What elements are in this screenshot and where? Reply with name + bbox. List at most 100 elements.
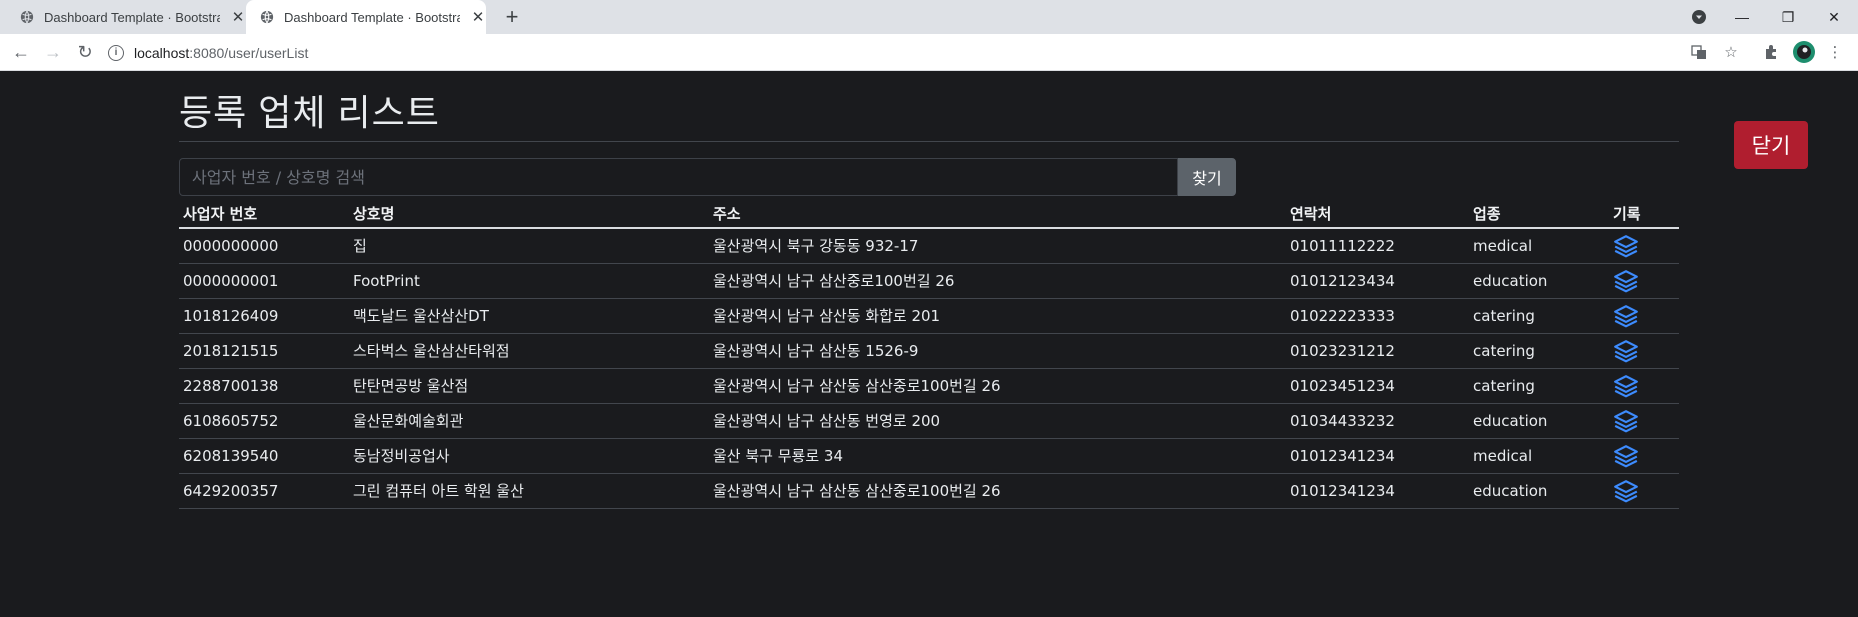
cell-name: 스타벅스 울산삼산타워점	[349, 333, 709, 369]
cell-category: medical	[1469, 438, 1609, 474]
cell-bizno: 6108605752	[179, 403, 349, 439]
cell-category: catering	[1469, 298, 1609, 334]
browser-tab-active[interactable]: Dashboard Template · Bootstrap ✕	[246, 0, 486, 34]
address-bar: ← → ↻ i localhost:8080/user/userList ☆ ⋮	[0, 34, 1858, 71]
cell-name: FootPrint	[349, 263, 709, 299]
url-host: localhost	[134, 44, 190, 61]
cell-bizno: 1018126409	[179, 298, 349, 334]
cell-bizno: 6429200357	[179, 473, 349, 509]
col-header-category: 업종	[1469, 199, 1609, 229]
browser-tab-strip: Dashboard Template · Bootstrap ✕ Dashboa…	[0, 0, 1858, 34]
cell-name: 집	[349, 228, 709, 264]
cell-name: 울산문화예술회관	[349, 403, 709, 439]
bookmark-star-icon[interactable]: ☆	[1722, 43, 1740, 61]
page-content: 등록 업체 리스트 닫기 찾기 사업자 번호 상호명 주소 연락처 업종 기록 …	[0, 71, 1858, 617]
layers-icon[interactable]	[1613, 303, 1639, 329]
cell-record	[1609, 228, 1679, 264]
profile-avatar[interactable]	[1793, 41, 1815, 63]
cell-name: 그린 컴퓨터 아트 학원 울산	[349, 473, 709, 509]
cell-category: catering	[1469, 368, 1609, 404]
cell-record	[1609, 298, 1679, 334]
reload-icon[interactable]: ↻	[75, 42, 95, 62]
table-header-row: 사업자 번호 상호명 주소 연락처 업종 기록	[179, 199, 1679, 229]
cell-phone: 01012341234	[1286, 473, 1469, 509]
cell-record	[1609, 263, 1679, 299]
cell-phone: 01012341234	[1286, 438, 1469, 474]
extensions-icon[interactable]	[1762, 43, 1780, 61]
table-row: 1018126409 맥도날드 울산삼산DT 울산광역시 남구 삼산동 화합로 20…	[179, 298, 1679, 334]
cell-phone: 01012123434	[1286, 263, 1469, 299]
cell-record	[1609, 368, 1679, 404]
cell-bizno: 2018121515	[179, 333, 349, 369]
cell-address: 울산 북구 무룡로 34	[709, 438, 1286, 474]
back-icon[interactable]: ←	[11, 42, 31, 62]
table-row: 2288700138 탄탄면공방 울산점 울산광역시 남구 삼산동 삼산중로100번…	[179, 368, 1679, 404]
browser-tab[interactable]: Dashboard Template · Bootstrap ✕	[0, 0, 246, 34]
layers-icon[interactable]	[1613, 373, 1639, 399]
close-tab-icon[interactable]: ✕	[230, 8, 246, 26]
tab-title: Dashboard Template · Bootstrap	[44, 9, 220, 25]
cell-address: 울산광역시 북구 강동동 932-17	[709, 228, 1286, 264]
layers-icon[interactable]	[1613, 478, 1639, 504]
table-row: 6108605752 울산문화예술회관 울산광역시 남구 삼산동 번영로 200 01…	[179, 403, 1679, 439]
col-header-record: 기록	[1609, 199, 1679, 229]
cell-name: 탄탄면공방 울산점	[349, 368, 709, 404]
cell-category: catering	[1469, 333, 1609, 369]
cell-record	[1609, 438, 1679, 474]
table-row: 6208139540 동남정비공업사 울산 북구 무룡로 34 01012341234…	[179, 438, 1679, 474]
restore-icon[interactable]: ❐	[1765, 0, 1811, 34]
cell-category: education	[1469, 263, 1609, 299]
cell-phone: 01023231212	[1286, 333, 1469, 369]
cell-name: 동남정비공업사	[349, 438, 709, 474]
cell-phone: 01022223333	[1286, 298, 1469, 334]
forward-icon[interactable]: →	[43, 42, 63, 62]
new-tab-icon[interactable]: +	[500, 5, 524, 29]
cell-category: education	[1469, 473, 1609, 509]
close-tab-icon[interactable]: ✕	[470, 8, 486, 26]
cell-bizno: 2288700138	[179, 368, 349, 404]
cell-bizno: 0000000001	[179, 263, 349, 299]
layers-icon[interactable]	[1613, 443, 1639, 469]
cell-address: 울산광역시 남구 삼산동 삼산중로100번길 26	[709, 473, 1286, 509]
cell-address: 울산광역시 남구 삼산동 화합로 201	[709, 298, 1286, 334]
cell-phone: 01023451234	[1286, 368, 1469, 404]
cell-address: 울산광역시 남구 삼산동 1526-9	[709, 333, 1286, 369]
cell-record	[1609, 473, 1679, 509]
layers-icon[interactable]	[1613, 233, 1639, 259]
cell-address: 울산광역시 남구 삼산동 삼산중로100번길 26	[709, 368, 1286, 404]
table-row: 2018121515 스타벅스 울산삼산타워점 울산광역시 남구 삼산동 1526-…	[179, 333, 1679, 369]
translate-icon[interactable]	[1690, 43, 1708, 61]
globe-icon	[20, 10, 34, 24]
table-row: 0000000001 FootPrint 울산광역시 남구 삼산중로100번길 26…	[179, 263, 1679, 299]
url-path: :8080/user/userList	[189, 44, 309, 61]
cell-category: medical	[1469, 228, 1609, 264]
close-button[interactable]: 닫기	[1734, 121, 1808, 169]
cell-phone: 01011112222	[1286, 228, 1469, 264]
url-field[interactable]: i localhost:8080/user/userList	[108, 38, 308, 67]
layers-icon[interactable]	[1613, 338, 1639, 364]
close-window-icon[interactable]: ✕	[1811, 0, 1857, 34]
company-table: 사업자 번호 상호명 주소 연락처 업종 기록 0000000000 집 울산광역시…	[179, 199, 1679, 509]
minimize-icon[interactable]: —	[1719, 0, 1765, 34]
search-button[interactable]: 찾기	[1178, 158, 1236, 196]
cell-record	[1609, 403, 1679, 439]
globe-icon	[260, 10, 274, 24]
table-row: 0000000000 집 울산광역시 북구 강동동 932-17 0101111222…	[179, 228, 1679, 264]
menu-kebab-icon[interactable]: ⋮	[1826, 43, 1844, 61]
layers-icon[interactable]	[1613, 408, 1639, 434]
col-header-bizno: 사업자 번호	[179, 199, 349, 229]
info-icon[interactable]: i	[108, 44, 124, 61]
tab-search-icon[interactable]	[1676, 0, 1722, 34]
page-title: 등록 업체 리스트	[179, 92, 440, 133]
search-input[interactable]	[179, 158, 1178, 196]
cell-address: 울산광역시 남구 삼산동 번영로 200	[709, 403, 1286, 439]
cell-name: 맥도날드 울산삼산DT	[349, 298, 709, 334]
cell-phone: 01034433232	[1286, 403, 1469, 439]
col-header-phone: 연락처	[1286, 199, 1469, 229]
layers-icon[interactable]	[1613, 268, 1639, 294]
cell-record	[1609, 333, 1679, 369]
divider	[179, 141, 1679, 142]
col-header-name: 상호명	[349, 199, 709, 229]
table-row: 6429200357 그린 컴퓨터 아트 학원 울산 울산광역시 남구 삼산동 삼산…	[179, 473, 1679, 509]
cell-category: education	[1469, 403, 1609, 439]
